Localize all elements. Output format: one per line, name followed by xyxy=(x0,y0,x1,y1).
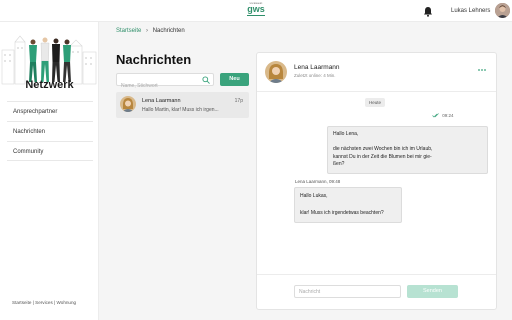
chat-contact-status: Zuletzt online: 4 Min. xyxy=(294,73,336,78)
sidebar-item-ansprechpartner[interactable]: Ansprechpartner xyxy=(7,101,93,121)
double-check-icon xyxy=(432,113,439,118)
message-line: ßen? xyxy=(333,161,345,168)
message-line: die nächsten zwei Wochen bin ich im Urla… xyxy=(333,146,433,153)
message-line xyxy=(300,201,396,210)
logo-text: gws xyxy=(247,4,265,14)
bell-icon[interactable] xyxy=(423,6,433,17)
page-title: Nachrichten xyxy=(116,52,192,67)
sidebar-nav: Ansprechpartner Nachrichten Community xyxy=(7,101,93,161)
search-icon[interactable] xyxy=(202,76,210,84)
message-line: Hallo Lena, xyxy=(333,131,359,137)
brand-logo[interactable]: vivawest gws xyxy=(245,2,267,20)
message-input[interactable] xyxy=(294,285,401,298)
received-message-meta: Lena Laarmann, 09:48 xyxy=(295,179,341,184)
conversation-name: Lena Laarmann xyxy=(142,98,181,104)
message-line: klar! Muss ich irgendetwas beachten? xyxy=(300,210,384,216)
received-message-bubble: Hallo Lukas, klar! Muss ich irgendetwas … xyxy=(294,187,402,223)
breadcrumb: Startseite › Nachrichten xyxy=(116,28,185,34)
chevron-right-icon: › xyxy=(146,28,149,34)
sent-message-time: 09:24 xyxy=(442,113,454,118)
sidebar: Netzwerk Ansprechpartner Nachrichten Com… xyxy=(0,22,99,320)
message-line: kannst Du in der Zeit die Blumen bei mir… xyxy=(333,153,432,160)
chat-panel: Lena Laarmann Zuletzt online: 4 Min. Heu… xyxy=(256,52,497,310)
date-separator: Heute xyxy=(365,98,386,107)
conversation-item[interactable]: Lena Laarmann 17p Hallo Martin, klar! Mu… xyxy=(116,92,249,118)
conversation-preview: Hallo Martin, klar! Muss ich irgen... xyxy=(142,107,219,113)
chat-header: Lena Laarmann Zuletzt online: 4 Min. xyxy=(257,53,496,92)
conversation-time: 17p xyxy=(234,98,243,104)
message-line xyxy=(333,139,482,147)
sidebar-item-nachrichten[interactable]: Nachrichten xyxy=(7,121,93,141)
user-name[interactable]: Lukas Lehners xyxy=(451,8,490,14)
sidebar-footer-links[interactable]: Startseite | Services | Wohnung xyxy=(12,300,76,305)
user-avatar[interactable] xyxy=(495,3,510,18)
more-icon[interactable] xyxy=(477,68,487,72)
sidebar-title: Netzwerk xyxy=(25,79,74,91)
search-input[interactable] xyxy=(117,80,195,92)
avatar xyxy=(265,61,287,83)
sidebar-item-community[interactable]: Community xyxy=(7,141,93,161)
sent-message-bubble: Hallo Lena, die nächsten zwei Wochen bin… xyxy=(327,126,488,174)
new-message-button[interactable]: Neu xyxy=(220,73,249,86)
search-box xyxy=(116,73,214,92)
message-line: Hallo Lukas, xyxy=(300,193,328,199)
breadcrumb-home[interactable]: Startseite xyxy=(116,28,141,34)
chat-contact-name: Lena Laarmann xyxy=(294,64,340,71)
breadcrumb-current: Nachrichten xyxy=(152,28,185,34)
send-button[interactable]: Senden xyxy=(407,285,458,298)
sent-message-meta: 09:24 xyxy=(432,113,454,118)
logo-underline xyxy=(247,15,265,16)
avatar xyxy=(120,96,136,112)
message-composer: Senden xyxy=(257,274,496,309)
top-bar: vivawest gws Lukas Lehners xyxy=(0,0,512,22)
